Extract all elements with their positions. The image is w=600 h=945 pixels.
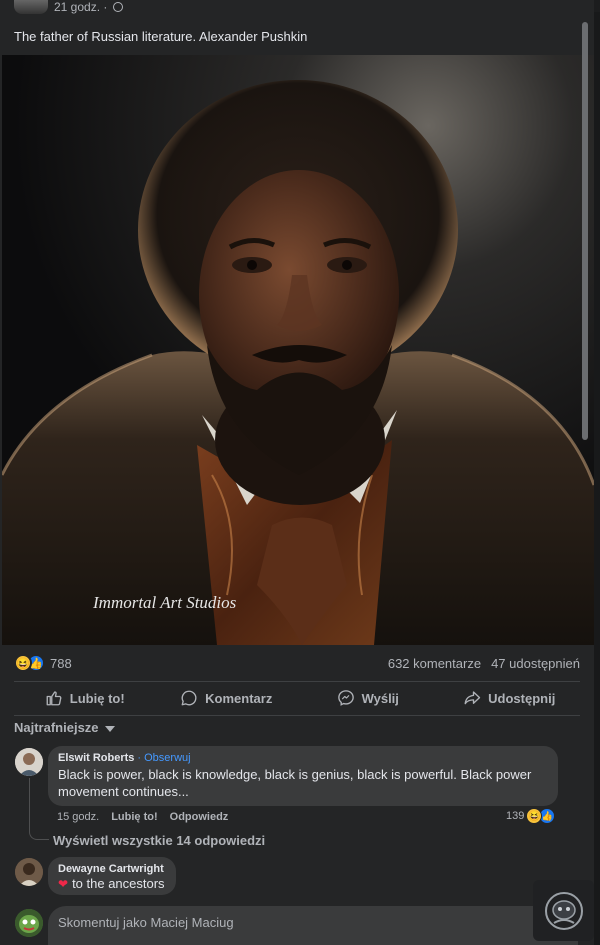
astronaut-icon xyxy=(544,891,583,930)
comment-reply-button[interactable]: Odpowiedz xyxy=(170,811,229,823)
comment-text: Black is power, black is knowledge, blac… xyxy=(58,767,532,799)
comment-button[interactable]: Komentarz xyxy=(156,683,298,713)
post-meta: 21 godz. · xyxy=(14,0,124,14)
comment-meta: 15 godz. Lubię to! Odpowiedz xyxy=(57,811,228,823)
reaction-icons[interactable]: 😆 👍 xyxy=(14,654,45,672)
share-arrow-icon xyxy=(464,691,481,705)
haha-icon: 😆 xyxy=(14,654,32,672)
post-card: 21 godz. · The father of Russian literat… xyxy=(0,0,594,945)
divider xyxy=(14,681,580,682)
view-replies-link[interactable]: Wyświetl wszystkie 14 odpowiedzi xyxy=(53,833,265,848)
comment-text: to the ancestors xyxy=(72,876,165,891)
avatar-image xyxy=(15,909,43,937)
comment-author: Elswit Roberts · Obserwuj xyxy=(58,752,548,764)
avatar-image xyxy=(15,858,43,886)
comment-reactions[interactable]: 139 😆 👍 xyxy=(506,808,556,824)
send-button[interactable]: Wyślij xyxy=(297,683,439,713)
comment-bubble: Dewayne Cartwright ❤ to the ancestors xyxy=(48,857,176,895)
share-button[interactable]: Udostępnij xyxy=(439,683,581,713)
haha-icon: 😆 xyxy=(526,808,543,824)
floating-avatar-button[interactable] xyxy=(533,880,594,941)
comment-text-row: ❤ to the ancestors xyxy=(58,875,166,893)
comment-label: Komentarz xyxy=(205,690,273,706)
like-button[interactable]: Lubię to! xyxy=(14,683,156,713)
post-timestamp[interactable]: 21 godz. · xyxy=(54,0,107,14)
avatar[interactable] xyxy=(15,748,43,776)
share-label: Udostępnij xyxy=(488,690,556,706)
comment-icon xyxy=(181,690,197,706)
heart-icon: ❤ xyxy=(58,877,69,891)
messenger-icon xyxy=(337,690,354,706)
post-image[interactable]: Immortal Art Studios xyxy=(2,55,594,645)
author-name[interactable]: Elswit Roberts xyxy=(58,752,134,764)
caret-down-icon xyxy=(104,725,115,732)
thread-connector xyxy=(29,778,49,840)
send-label: Wyślij xyxy=(361,690,399,706)
follow-link[interactable]: · Obserwuj xyxy=(137,752,190,764)
comment-time[interactable]: 15 godz. xyxy=(57,811,99,823)
avatar[interactable] xyxy=(15,858,43,886)
comment-like-button[interactable]: Lubię to! xyxy=(111,811,157,823)
avatar[interactable] xyxy=(15,909,43,937)
shares-count[interactable]: 47 udostępnień xyxy=(491,656,580,671)
reactions-summary: 😆 👍 788 632 komentarze 47 udostępnień xyxy=(14,653,580,673)
author-avatar[interactable] xyxy=(14,0,48,14)
comment-sort-dropdown[interactable]: Najtrafniejsze xyxy=(14,720,115,735)
comment-bubble: Elswit Roberts · Obserwuj Black is power,… xyxy=(48,746,558,806)
comments-count[interactable]: 632 komentarze xyxy=(388,656,481,671)
post-caption: The father of Russian literature. Alexan… xyxy=(14,29,308,44)
sort-label: Najtrafniejsze xyxy=(14,720,99,735)
avatar-image xyxy=(15,748,43,776)
thumbs-up-icon xyxy=(46,691,62,706)
globe-icon xyxy=(113,2,124,12)
divider xyxy=(14,715,580,716)
image-watermark: Immortal Art Studios xyxy=(93,593,237,612)
author-name[interactable]: Dewayne Cartwright xyxy=(58,863,166,875)
comment-input[interactable]: Skomentuj jako Maciej Maciug xyxy=(48,906,578,945)
scrollbar[interactable] xyxy=(582,22,588,440)
reaction-count[interactable]: 788 xyxy=(50,656,72,671)
like-label: Lubię to! xyxy=(69,690,125,706)
action-bar: Lubię to! Komentarz Wyślij Udostępnij xyxy=(14,683,580,713)
comment-reaction-count: 139 xyxy=(506,810,525,822)
portrait-illustration xyxy=(2,55,594,645)
